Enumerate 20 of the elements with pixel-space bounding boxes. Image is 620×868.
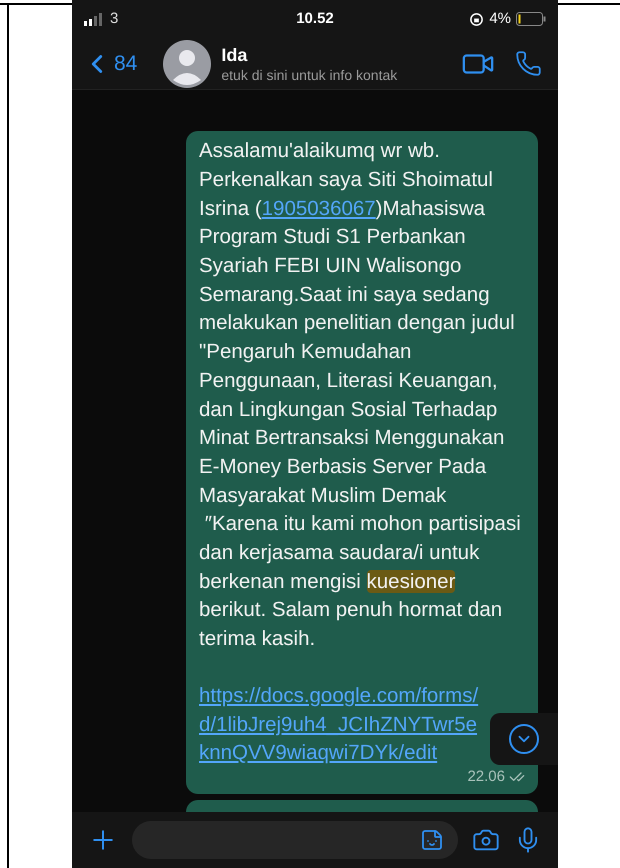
message-time: 22.06 [467, 768, 505, 786]
battery-icon [516, 12, 546, 26]
phone-call-icon[interactable] [515, 50, 542, 77]
battery-percent: 4% [489, 8, 511, 29]
scroll-down-icon [509, 724, 539, 754]
clock: 10.52 [295, 8, 335, 29]
scroll-down-button[interactable] [490, 713, 558, 765]
contact-name[interactable]: Ida [221, 44, 461, 66]
carrier-label: 3 [110, 8, 118, 29]
link[interactable]: https://docs.google.com/forms/d/1libJrej9uh4_JCIhZNYTwr5eknnQVV9wiaqwi7DYk/edit [199, 682, 485, 768]
signal-icon [84, 12, 104, 26]
link[interactable]: 1905036067 [262, 196, 376, 220]
rotation-lock-icon [469, 12, 484, 26]
sticker-icon[interactable] [420, 828, 444, 852]
message-input-field[interactable] [132, 821, 458, 859]
highlighted-word: kuesioner [366, 570, 456, 593]
avatar-icon [163, 40, 212, 88]
contact-subtitle[interactable]: etuk di sini untuk info kontak [221, 66, 461, 84]
message-text: Assalamu'alaikumq wr wb. Perkenalkan saya Siti Shoimatul Isrina (1905036067)Mahasiswa Program Studi S1 Perbankan Syariah FEBI UIN Walisongo Semarang.Saat ini saya sedang melakukan penelitian dengan judul "Pengaruh Kemudahan Penggunaan, Literasi Keuangan, dan Lingkungan Sosial Terhadap Minat Bertransaksi Menggunakan E-Money Berbasis Server Pada Masyarakat Muslim Demak ″Karena itu kami mohon partisipasi dan kerjasama saudara/i untuk berkenan mengisi kuesioner berikut. Salam penuh hormat dan terima kasih. [199, 138, 522, 652]
back-button[interactable]: 84 [82, 48, 138, 80]
